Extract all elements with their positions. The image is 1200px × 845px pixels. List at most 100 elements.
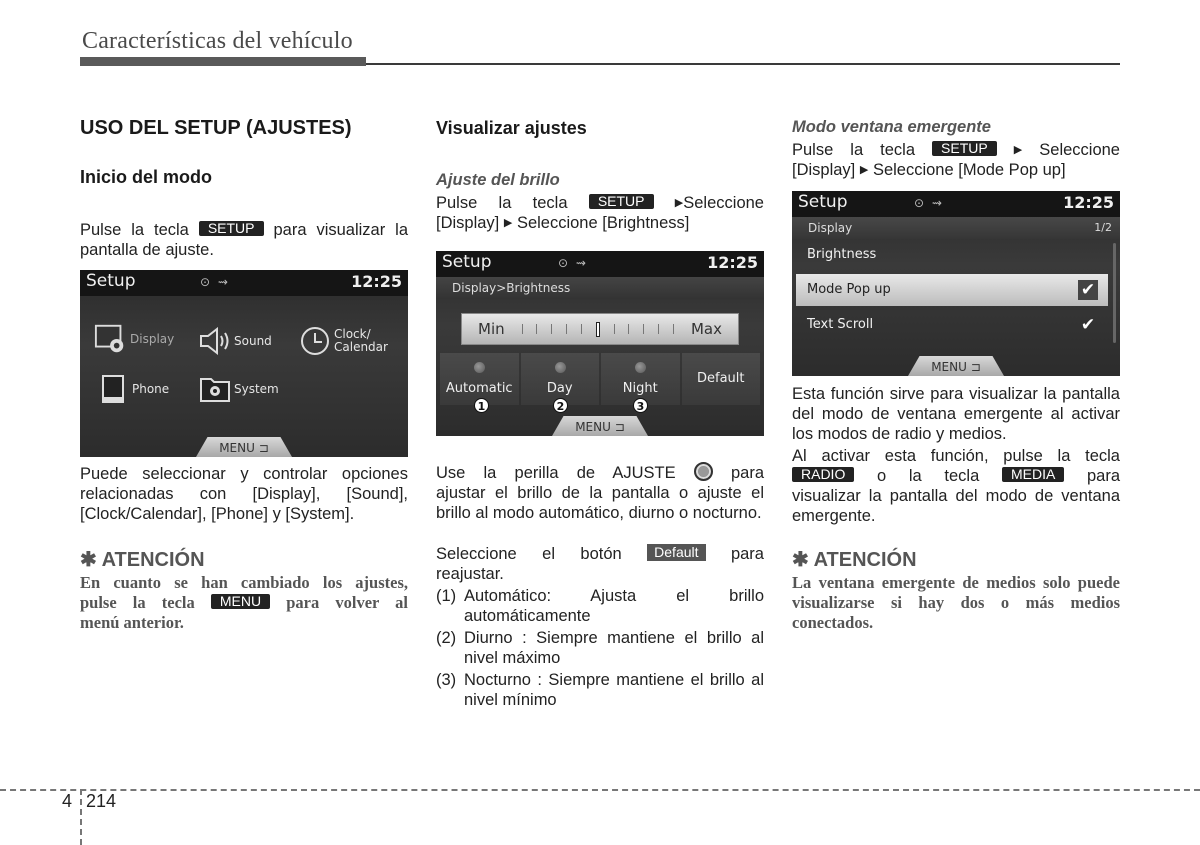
setting-row-text-scroll[interactable]: Text Scroll ✔ (796, 309, 1108, 341)
page-indicator: 1/2 (1094, 221, 1112, 234)
subheading-visualizar: Visualizar ajustes (436, 118, 587, 138)
slider-tick (551, 324, 553, 334)
text: para (1086, 467, 1121, 485)
text: ATENCIÓN (101, 549, 205, 571)
brightness-screen: Setup ⊙ ⇝ 12:25 Display>Brightness Min M… (436, 251, 764, 436)
page-header-title: Características del vehículo (82, 28, 353, 54)
text: Text Scroll (807, 317, 874, 332)
menu-item-phone[interactable]: Phone (96, 374, 169, 404)
attention-body: La ventana emergente de medios solo pued… (792, 573, 1120, 632)
section-header: Display 1/2 (792, 217, 1120, 239)
menu-item-display[interactable]: Display (94, 324, 174, 354)
menu-item-label: Display (130, 332, 175, 346)
brightness-mode-buttons: Automatic Day Night Default (440, 353, 760, 405)
text: Pulse la tecla (80, 221, 189, 239)
text: relacionadas con [Display], [Sound], (80, 485, 408, 503)
slider-tick (580, 324, 582, 334)
text: Automático: Ajusta el brillo automáticam… (464, 587, 764, 625)
popup-activation-paragraph: Al activar esta función, pulse la tecla … (792, 446, 1120, 526)
default-key: Default (647, 544, 706, 561)
slider-tick (536, 324, 538, 334)
triangle-icon: ▶ (674, 197, 684, 209)
text: Seleccione (683, 194, 764, 212)
radio-indicator (554, 362, 566, 373)
text: Day (546, 381, 573, 396)
triangle-icon: ▶ (859, 164, 869, 176)
text: o la tecla (877, 467, 980, 485)
slider-track[interactable] (515, 321, 681, 337)
media-usb-status-icon: ⊙ ⇝ (558, 256, 588, 270)
menu-item-sound[interactable]: Sound (198, 326, 272, 356)
text: [Display] (792, 161, 856, 179)
default-button[interactable]: Default (681, 353, 760, 405)
list-item: (2) Diurno : Siempre mantiene el brillo a… (436, 628, 764, 668)
menu-back-button[interactable]: MENU ⊐ (908, 356, 1004, 376)
callout-badge-1: 1 (474, 398, 489, 413)
slider-max-label: Max (690, 320, 722, 338)
clock-icon (298, 326, 332, 356)
text: [Clock/Calendar], [Phone] y [System]. (80, 505, 355, 523)
screen-status-bar: Setup ⊙ ⇝ 12:25 (792, 191, 1120, 217)
menu-item-label: Sound (234, 334, 272, 348)
text: para (730, 545, 764, 563)
text: [Display] (436, 214, 500, 232)
text: Mode Pop up (807, 282, 891, 297)
slider-tick (672, 324, 674, 334)
text: Al activar esta función, pulse la tecla (792, 447, 1120, 465)
text: Seleccione (1039, 141, 1120, 159)
menu-item-label: System (234, 382, 279, 396)
attention-heading: ✱ ATENCIÓN (792, 547, 917, 572)
brightness-slider[interactable]: Min Max (461, 313, 739, 345)
screen-status-bar: Setup ⊙ ⇝ 12:25 (436, 251, 764, 277)
setting-row-mode-popup[interactable]: Mode Pop up ✔ (796, 274, 1108, 306)
text: Brightness (807, 247, 877, 262)
text: Clock/ (334, 327, 371, 341)
display-settings-screen: Setup ⊙ ⇝ 12:25 Display 1/2 Brightness M… (792, 191, 1120, 376)
text: Pulse la tecla (792, 141, 916, 159)
list-item: (1) Automático: Ajusta el brillo automáti… (436, 586, 764, 626)
callout-badge-3: 3 (633, 398, 648, 413)
screen-clock: 12:25 (707, 253, 758, 272)
menu-back-button[interactable]: MENU ⊐ (552, 416, 648, 436)
screen-title: Setup (86, 271, 136, 291)
checkbox-checked-icon[interactable]: ✔ (1078, 315, 1098, 335)
text: Pulse la tecla (436, 194, 568, 212)
popup-instructions: Pulse la tecla SETUP ▶ Seleccione [Displ… (792, 140, 1120, 180)
text: En cuanto se han cambiado los ajustes, (80, 573, 408, 592)
setup-key: SETUP (588, 194, 654, 209)
subheading-popup: Modo ventana emergente (792, 118, 991, 136)
slider-tick (628, 324, 630, 334)
slider-tick (658, 324, 660, 334)
checkbox-checked-icon[interactable]: ✔ (1078, 280, 1098, 300)
asterisk-icon: ✱ (80, 549, 97, 571)
text: Puede seleccionar y controlar opciones (80, 465, 408, 483)
menu-item-clock-calendar[interactable]: Clock/Calendar (298, 326, 388, 356)
subheading-brillo: Ajuste del brillo (436, 171, 560, 189)
mode-description-list: (1) Automático: Ajusta el brillo automáti… (436, 586, 764, 712)
slider-tick (613, 324, 615, 334)
screen-clock: 12:25 (1063, 193, 1114, 212)
media-usb-status-icon: ⊙ ⇝ (914, 196, 944, 210)
slider-thumb[interactable] (595, 321, 600, 337)
callout-badge-2: 2 (553, 398, 568, 413)
menu-back-button[interactable]: MENU ⊐ (196, 437, 292, 457)
speaker-icon (198, 326, 232, 356)
scrollbar[interactable] (1113, 243, 1116, 343)
menu-item-system[interactable]: System (198, 374, 279, 404)
text: (3) (436, 671, 457, 689)
header-bar (80, 57, 366, 66)
asterisk-icon: ✱ (792, 549, 809, 571)
chapter-number: 4 (62, 791, 73, 811)
text: Use la perilla de AJUSTE (436, 464, 676, 482)
text: Default (697, 371, 745, 386)
text: reajustar. (436, 565, 504, 583)
text: menú anterior. (80, 613, 184, 632)
description-paragraph: Puede seleccionar y controlar opciones r… (80, 464, 408, 524)
text: pulse la tecla (80, 593, 195, 612)
text: Seleccione [Brightness] (516, 214, 690, 232)
text: Seleccione [Mode Pop up] (872, 161, 1066, 179)
attention-heading: ✱ ATENCIÓN (80, 547, 205, 572)
setting-row-brightness[interactable]: Brightness (796, 239, 1108, 271)
screen-title: Setup (442, 252, 492, 272)
text: (2) (436, 629, 457, 647)
